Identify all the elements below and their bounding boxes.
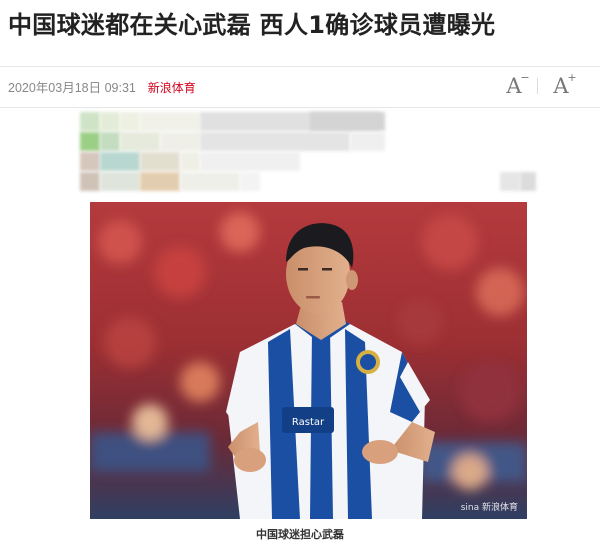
- font-increase-button[interactable]: A +: [544, 72, 578, 100]
- publish-date: 2020年03月18日 09:31: [8, 81, 136, 95]
- jersey-sponsor-text: Rastar: [292, 417, 325, 428]
- article-meta: 2020年03月18日 09:31 新浪体育: [8, 78, 196, 98]
- image-caption: 中国球迷担心武磊: [256, 528, 344, 541]
- font-increase-icon: A +: [553, 70, 577, 98]
- meta-divider-bottom: [0, 107, 600, 108]
- pixelated-redacted-content: [80, 112, 540, 192]
- article-headline: 中国球迷都在关心武磊 西人1确诊球员遭曝光: [8, 11, 496, 39]
- font-button-separator: [537, 78, 538, 94]
- article-photo: Rastar sina 新浪体育: [90, 202, 527, 519]
- font-decrease-icon: A −: [506, 70, 530, 98]
- source-link[interactable]: 新浪体育: [148, 81, 196, 95]
- font-decrease-button[interactable]: A −: [497, 72, 531, 100]
- photo-watermark: sina 新浪体育: [461, 501, 518, 513]
- meta-divider-top: [0, 66, 600, 67]
